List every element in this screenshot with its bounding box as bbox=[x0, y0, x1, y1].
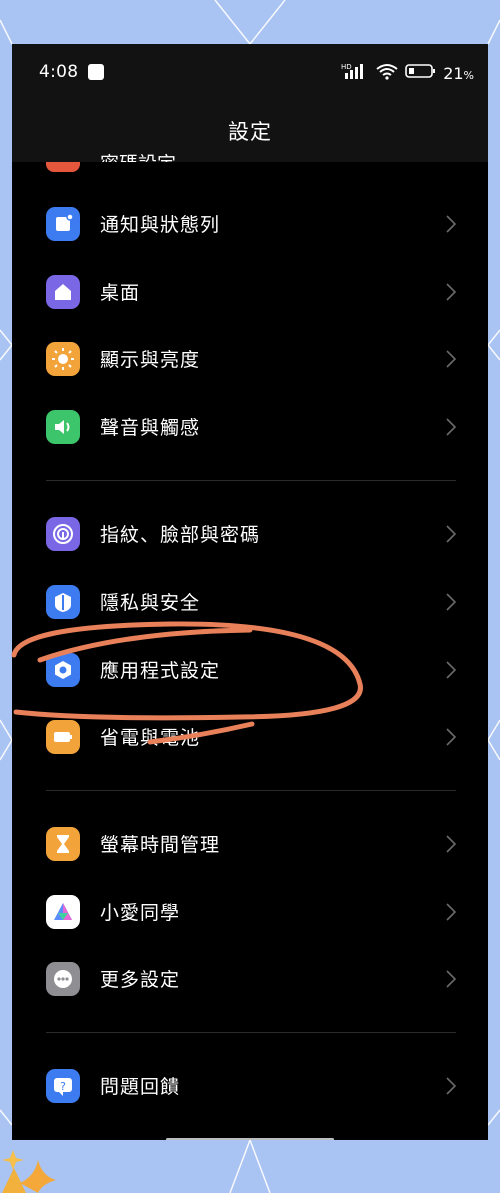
settings-item-display[interactable]: 顯示與亮度 bbox=[12, 331, 488, 387]
settings-item-label: 指紋、臉部與密碼 bbox=[100, 524, 261, 546]
settings-item-label: 螢幕時間管理 bbox=[100, 834, 221, 856]
chevron-right-icon bbox=[446, 283, 456, 301]
chevron-right-icon bbox=[446, 1077, 456, 1095]
signal-icon: HD bbox=[341, 62, 369, 84]
wifi-icon bbox=[375, 62, 399, 84]
settings-item-screen-time[interactable]: 螢幕時間管理 bbox=[12, 816, 488, 872]
section-divider bbox=[46, 790, 456, 791]
settings-item-label: 小愛同學 bbox=[100, 902, 181, 924]
privacy-shield-icon bbox=[46, 585, 80, 619]
section-divider bbox=[46, 1032, 456, 1033]
chevron-right-icon bbox=[446, 418, 456, 436]
svg-text:?: ? bbox=[60, 1080, 66, 1093]
settings-item-notifications[interactable]: 通知與狀態列 bbox=[12, 196, 488, 252]
chevron-right-icon bbox=[446, 593, 456, 611]
more-dots-icon bbox=[46, 962, 80, 996]
chevron-right-icon bbox=[446, 525, 456, 543]
settings-item-label: 隱私與安全 bbox=[100, 592, 201, 614]
app-hexagon-icon bbox=[46, 653, 80, 687]
battery-percent: 21% bbox=[443, 63, 474, 83]
partial-item-label: 密碼設定 bbox=[100, 150, 176, 162]
settings-item-more[interactable]: 更多設定 bbox=[12, 951, 488, 1007]
settings-item-feedback[interactable]: ? 問題回饋 bbox=[12, 1058, 488, 1114]
status-indicators: HD 21% bbox=[341, 62, 474, 84]
page-title: 設定 bbox=[228, 120, 272, 144]
fingerprint-icon bbox=[46, 517, 80, 551]
settings-item-label: 桌面 bbox=[100, 282, 141, 304]
sparkle-sticker bbox=[2, 1150, 56, 1193]
battery-icon bbox=[405, 63, 437, 83]
settings-item-battery[interactable]: 省電與電池 bbox=[12, 709, 488, 765]
settings-item-label: 通知與狀態列 bbox=[100, 214, 221, 236]
home-indicator[interactable] bbox=[166, 1138, 334, 1140]
chevron-right-icon bbox=[446, 661, 456, 679]
status-bar: 4:08 HD 21% bbox=[12, 44, 488, 106]
settings-item-label: 顯示與亮度 bbox=[100, 349, 201, 371]
hourglass-icon bbox=[46, 827, 80, 861]
phone-screen: 4:08 HD 21% 設定 通知與狀態列 桌面 顯示與亮度 聲音與觸感 指紋、… bbox=[12, 44, 488, 1140]
assistant-icon bbox=[46, 895, 80, 929]
chevron-right-icon bbox=[446, 970, 456, 988]
section-divider bbox=[46, 480, 456, 481]
settings-item-label: 更多設定 bbox=[100, 969, 181, 991]
chevron-right-icon bbox=[446, 903, 456, 921]
brightness-icon bbox=[46, 342, 80, 376]
svg-text:HD: HD bbox=[341, 63, 352, 71]
settings-item-assistant[interactable]: 小愛同學 bbox=[12, 884, 488, 940]
home-icon bbox=[46, 275, 80, 309]
chevron-right-icon bbox=[446, 350, 456, 368]
battery-icon bbox=[46, 720, 80, 754]
feedback-icon: ? bbox=[46, 1069, 80, 1103]
speaker-icon bbox=[46, 410, 80, 444]
settings-item-label: 問題回饋 bbox=[100, 1076, 181, 1098]
settings-item-biometrics[interactable]: 指紋、臉部與密碼 bbox=[12, 506, 488, 562]
settings-item-sound[interactable]: 聲音與觸感 bbox=[12, 399, 488, 455]
settings-item-label: 應用程式設定 bbox=[100, 660, 221, 682]
page-header: 設定 bbox=[12, 106, 488, 162]
notification-icon bbox=[46, 207, 80, 241]
settings-item-label: 聲音與觸感 bbox=[100, 417, 201, 439]
status-time: 4:08 bbox=[39, 62, 79, 82]
chevron-right-icon bbox=[446, 728, 456, 746]
settings-item-apps[interactable]: 應用程式設定 bbox=[12, 642, 488, 698]
chevron-right-icon bbox=[446, 835, 456, 853]
settings-item-label: 省電與電池 bbox=[100, 727, 201, 749]
app-notification-icon bbox=[88, 64, 104, 80]
chevron-right-icon bbox=[446, 215, 456, 233]
lock-icon bbox=[46, 162, 80, 172]
settings-item-privacy[interactable]: 隱私與安全 bbox=[12, 574, 488, 630]
settings-item-home-screen[interactable]: 桌面 bbox=[12, 264, 488, 320]
